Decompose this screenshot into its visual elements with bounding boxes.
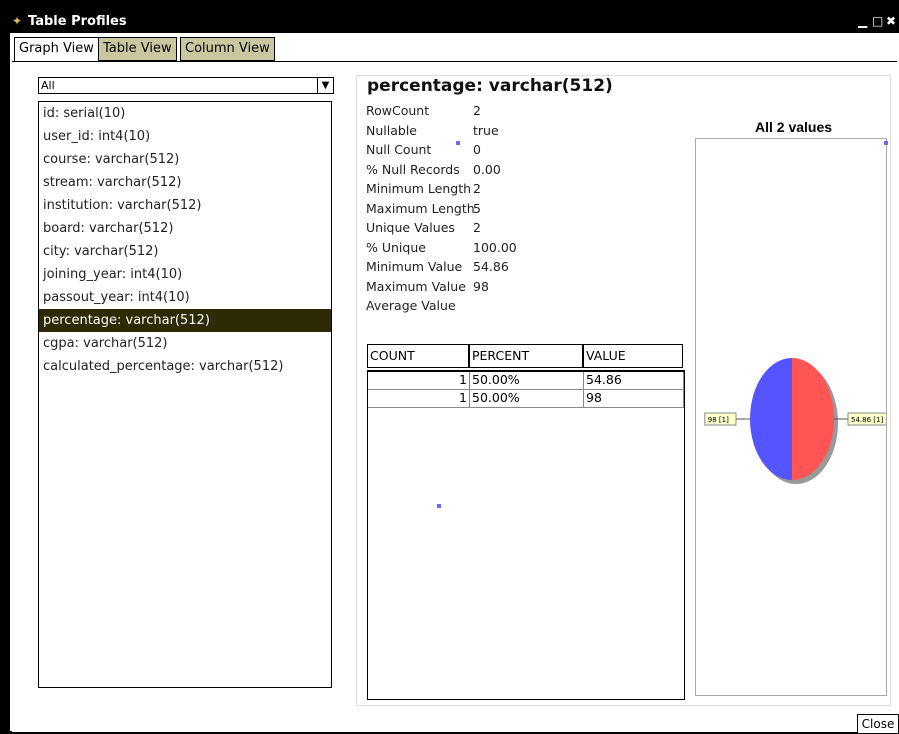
column-list-item[interactable]: institution: varchar(512) bbox=[39, 194, 331, 217]
filter-selected-value: All bbox=[41, 79, 55, 92]
slice-label: 98 [1] bbox=[708, 416, 729, 424]
table-row[interactable]: 1 50.00% 98 bbox=[368, 390, 684, 408]
tab-table-view[interactable]: Table View bbox=[98, 37, 177, 61]
column-list-item[interactable]: course: varchar(512) bbox=[39, 148, 331, 171]
stat-label: Maximum Value bbox=[366, 278, 466, 294]
stat-label: Unique Values bbox=[366, 220, 455, 235]
stat-label: Nullable bbox=[366, 122, 417, 138]
title-bar[interactable]: ✦ Table Profiles ▁ □ ✖ bbox=[10, 11, 899, 33]
count-cell: 1 bbox=[368, 372, 470, 389]
stat-value: 100.00 bbox=[473, 239, 517, 255]
tab-column-view[interactable]: Column View bbox=[180, 37, 275, 61]
value-cell: 98 bbox=[584, 390, 684, 407]
header-count[interactable]: COUNT bbox=[367, 344, 469, 368]
stat-label: % Null Records bbox=[366, 161, 460, 177]
column-list-item[interactable]: joining_year: int4(10) bbox=[39, 263, 331, 286]
percent-cell: 50.00% bbox=[470, 372, 584, 389]
column-details-panel: percentage: varchar(512) RowCount 2 Nullab… bbox=[356, 75, 891, 706]
stat-label: Null Count bbox=[366, 142, 432, 157]
stat-value: true bbox=[473, 122, 499, 138]
column-list-item[interactable]: id: serial(10) bbox=[39, 102, 331, 125]
stat-label: % Unique bbox=[366, 239, 426, 255]
column-list-item[interactable]: passout_year: int4(10) bbox=[39, 286, 331, 309]
column-list-item[interactable]: city: varchar(512) bbox=[39, 240, 331, 263]
stat-label: Maximum Length bbox=[366, 200, 475, 216]
stat-label: Minimum Length bbox=[366, 181, 472, 196]
stat-value: 0.00 bbox=[473, 161, 501, 177]
stat-value: 0 bbox=[473, 142, 481, 157]
minimize-icon[interactable]: ▁ bbox=[858, 14, 867, 28]
stat-label: Average Value bbox=[366, 298, 456, 313]
chart-title: All 2 values bbox=[755, 119, 833, 135]
pie-chart: 54.86 [1] 98 [1] bbox=[704, 358, 886, 484]
slice-label: 54.86 [1] bbox=[851, 416, 883, 424]
chevron-down-icon[interactable]: ▼ bbox=[317, 78, 333, 93]
tab-graph-view[interactable]: Graph View bbox=[14, 37, 99, 62]
column-list-item[interactable]: percentage: varchar(512) bbox=[39, 309, 331, 332]
stat-value: 54.86 bbox=[473, 259, 509, 274]
stat-value: 2 bbox=[473, 220, 481, 235]
maximize-icon[interactable]: □ bbox=[872, 14, 883, 28]
selected-column-title: percentage: varchar(512) bbox=[367, 76, 613, 96]
view-tabs: Graph View Table View Column View bbox=[10, 33, 899, 62]
stat-value: 98 bbox=[473, 278, 489, 294]
column-list-item[interactable]: board: varchar(512) bbox=[39, 217, 331, 240]
count-cell: 1 bbox=[368, 390, 470, 407]
column-list-item[interactable]: cgpa: varchar(512) bbox=[39, 332, 331, 355]
header-value[interactable]: VALUE bbox=[583, 344, 683, 368]
marker-dot bbox=[456, 141, 460, 145]
close-window-icon[interactable]: ✖ bbox=[886, 14, 896, 28]
table-profiles-window: ✦ Table Profiles ▁ □ ✖ Graph View Table … bbox=[10, 11, 899, 734]
stat-value: 2 bbox=[473, 181, 481, 196]
app-icon: ✦ bbox=[12, 14, 23, 28]
value-table-body: 1 50.00% 54.86 1 50.00% 98 bbox=[367, 370, 685, 700]
column-filter-select[interactable]: All ▼ bbox=[38, 77, 334, 94]
window-title: Table Profiles bbox=[28, 14, 127, 29]
column-list: id: serial(10) user_id: int4(10) course: v… bbox=[38, 101, 332, 688]
percent-cell: 50.00% bbox=[470, 390, 584, 407]
value-cell: 54.86 bbox=[584, 372, 684, 389]
close-button[interactable]: Close bbox=[857, 714, 899, 734]
stat-value: 2 bbox=[473, 103, 481, 118]
column-list-item[interactable]: stream: varchar(512) bbox=[39, 171, 331, 194]
column-list-item[interactable]: calculated_percentage: varchar(512) bbox=[39, 355, 331, 378]
pie-chart-area: 54.86 [1] 98 [1] bbox=[695, 138, 888, 696]
column-list-item[interactable]: user_id: int4(10) bbox=[39, 125, 331, 148]
table-row[interactable]: 1 50.00% 54.86 bbox=[368, 372, 684, 390]
stat-label: Minimum Value bbox=[366, 259, 463, 274]
graph-view-panel: All ▼ id: serial(10) user_id: int4(10) cou… bbox=[12, 61, 899, 734]
header-percent[interactable]: PERCENT bbox=[469, 344, 583, 368]
marker-dot bbox=[437, 504, 441, 508]
stat-value: 5 bbox=[473, 200, 481, 216]
stat-label: RowCount bbox=[366, 103, 430, 118]
pie-slice[interactable] bbox=[750, 358, 792, 480]
